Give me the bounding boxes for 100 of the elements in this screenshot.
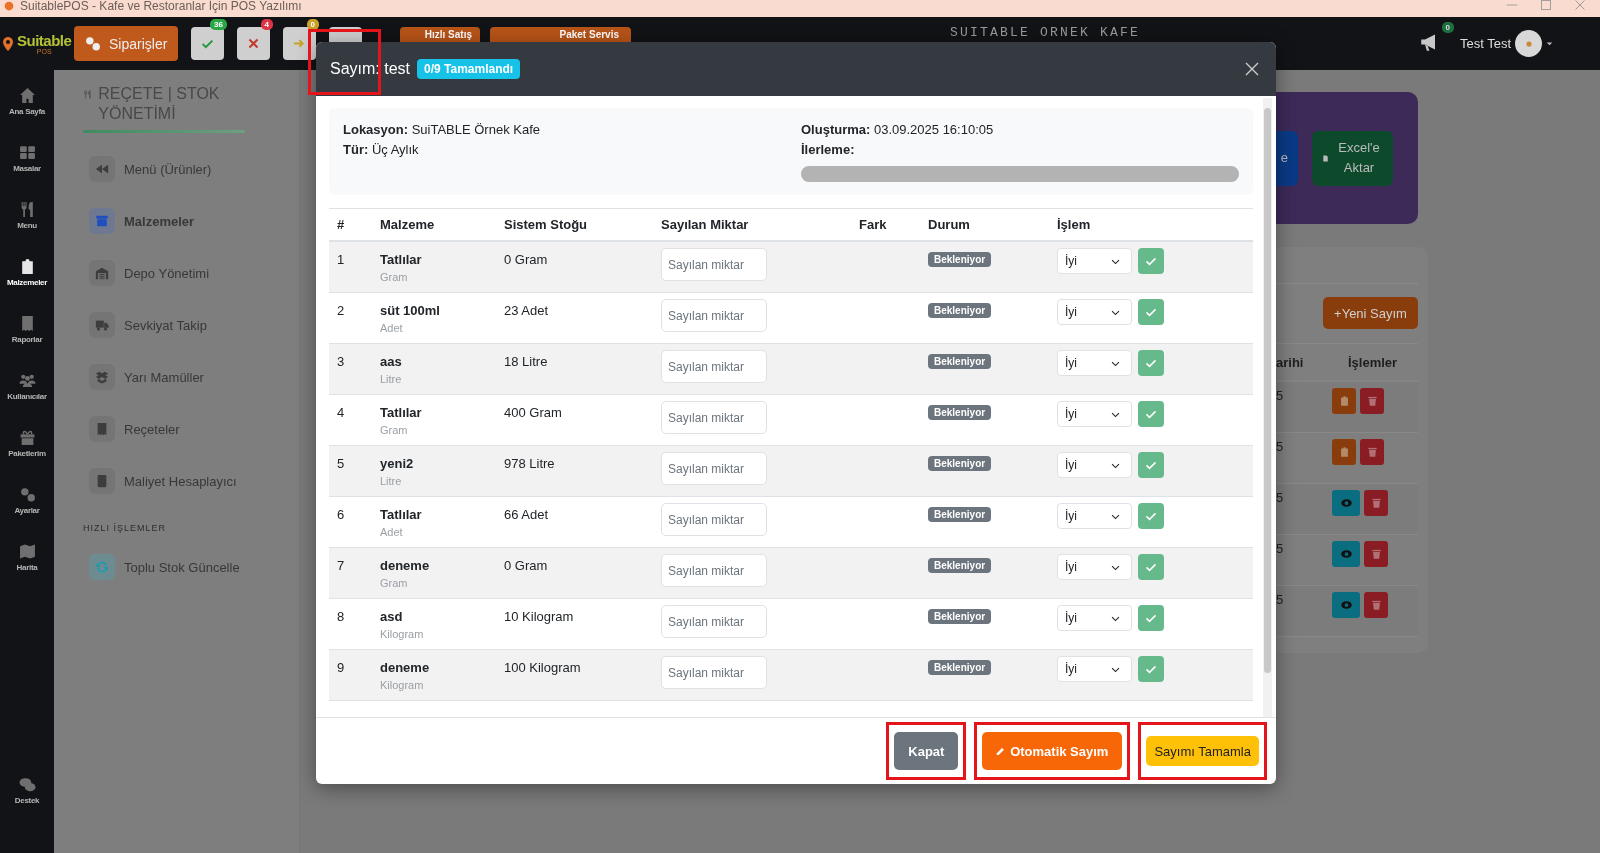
nav-rail-item[interactable]: Ayarlar <box>0 486 54 543</box>
eye-icon <box>1339 599 1353 611</box>
condition-select[interactable]: İyi <box>1057 401 1132 427</box>
table-cell-text: 5 <box>1276 592 1285 609</box>
nav-rail-item[interactable]: Ana Sayfa <box>0 87 54 144</box>
check-icon <box>1145 510 1157 522</box>
nav-rail-item[interactable]: Kullanıcılar <box>0 372 54 429</box>
confirm-button[interactable] <box>1138 299 1164 325</box>
condition-select[interactable]: İyi <box>1057 299 1132 325</box>
count-input[interactable]: Sayılan miktar <box>661 554 767 587</box>
delete-button[interactable] <box>1364 490 1388 516</box>
complete-count-button[interactable]: Sayımı Tamamla <box>1146 736 1259 766</box>
count-input[interactable]: Sayılan miktar <box>661 656 767 689</box>
gift-icon <box>18 429 36 446</box>
count-input[interactable]: Sayılan miktar <box>661 503 767 536</box>
count-badge: 36 <box>210 19 227 30</box>
nav-rail-item[interactable]: Raporlar <box>0 315 54 372</box>
table-cell-text: 100 Kilogram <box>504 660 582 675</box>
user-name[interactable]: Test Test <box>1460 36 1512 51</box>
table-cell-text: 1 <box>337 252 346 267</box>
condition-select[interactable]: İyi <box>1057 554 1132 580</box>
table-cell-text: 0 Gram <box>504 558 549 573</box>
nav-rail-item[interactable]: Menu <box>0 201 54 258</box>
condition-select[interactable]: İyi <box>1057 656 1132 682</box>
excel-export-button[interactable]: Excel'e Aktar <box>1312 130 1393 186</box>
view-button[interactable] <box>1332 490 1360 516</box>
delete-button[interactable] <box>1360 388 1384 414</box>
status-button[interactable] <box>191 27 224 60</box>
check-icon <box>1145 306 1157 318</box>
count-badge: 4 <box>260 19 273 30</box>
item-name: aas <box>380 354 403 369</box>
maximize-icon <box>1540 0 1552 11</box>
table-cell-text: 6 <box>337 507 346 522</box>
check-icon <box>1145 561 1157 573</box>
avatar[interactable] <box>1515 30 1543 57</box>
orders-button[interactable]: Siparişler <box>74 26 178 61</box>
close-icon <box>1244 61 1260 77</box>
count-input[interactable]: Sayılan miktar <box>661 452 767 485</box>
status-badge: Bekleniyor <box>928 507 992 522</box>
item-unit: Gram <box>380 424 409 436</box>
check-icon <box>1145 408 1157 420</box>
table-cell-text: 4 <box>337 405 346 420</box>
eye-icon <box>1339 497 1353 509</box>
approve-button[interactable] <box>1332 388 1356 414</box>
table-cell-text: 978 Litre <box>504 456 556 471</box>
warehouse-icon <box>95 266 109 280</box>
count-input[interactable]: Sayılan miktar <box>661 401 767 434</box>
trash-icon <box>1370 497 1382 509</box>
receipt-icon <box>95 422 109 436</box>
item-name: asd <box>380 609 404 624</box>
confirm-button[interactable] <box>1138 503 1164 529</box>
status-badge: Bekleniyor <box>928 456 992 471</box>
nav-rail-item[interactable]: Destek <box>0 776 54 833</box>
notification-badge: 0 <box>1441 21 1454 33</box>
confirm-button[interactable] <box>1138 248 1164 274</box>
confirm-button[interactable] <box>1138 350 1164 376</box>
confirm-button[interactable] <box>1138 605 1164 631</box>
status-badge: Bekleniyor <box>928 660 992 675</box>
count-input[interactable]: Sayılan miktar <box>661 248 767 281</box>
column-header: Fark <box>859 217 888 232</box>
progress-badge: 0/9 Tamamlandı <box>417 59 521 79</box>
cafe-name: SUITABLE ORNEK KAFE <box>950 25 1141 40</box>
close-button[interactable] <box>1244 61 1260 77</box>
count-input[interactable]: Sayılan miktar <box>661 350 767 383</box>
created-text: Oluşturma: 03.09.2025 16:10:05 <box>801 122 995 138</box>
check-icon <box>1145 459 1157 471</box>
status-button[interactable] <box>237 27 270 60</box>
status-button[interactable] <box>283 27 316 60</box>
confirm-button[interactable] <box>1138 452 1164 478</box>
condition-select[interactable]: İyi <box>1057 452 1132 478</box>
delete-button[interactable] <box>1364 541 1388 567</box>
condition-select[interactable]: İyi <box>1057 248 1132 274</box>
confirm-button[interactable] <box>1138 401 1164 427</box>
view-button[interactable] <box>1332 541 1360 567</box>
condition-select[interactable]: İyi <box>1057 350 1132 376</box>
condition-select[interactable]: İyi <box>1057 605 1132 631</box>
approve-button[interactable] <box>1332 439 1356 465</box>
view-button[interactable] <box>1332 592 1360 618</box>
nav-rail-item[interactable]: Paketlerim <box>0 429 54 486</box>
scrollbar[interactable] <box>1263 98 1272 717</box>
nav-rail-item[interactable]: Malzemeler <box>0 258 54 315</box>
table-cell-text: 400 Gram <box>504 405 563 420</box>
column-header: # <box>337 217 346 232</box>
confirm-button[interactable] <box>1138 656 1164 682</box>
nav-rail-item[interactable]: Masalar <box>0 144 54 201</box>
table-cell-text: 5 <box>1276 439 1285 456</box>
status-badge: Bekleniyor <box>928 609 992 624</box>
nav-rail-item[interactable]: Harita <box>0 543 54 600</box>
count-input[interactable]: Sayılan miktar <box>661 605 767 638</box>
column-header: Malzeme <box>380 217 436 232</box>
box-icon <box>95 214 109 228</box>
confirm-button[interactable] <box>1138 554 1164 580</box>
new-count-button[interactable]: +Yeni Sayım <box>1323 297 1418 329</box>
close-modal-button[interactable]: Kapat <box>894 732 959 770</box>
delete-button[interactable] <box>1364 592 1388 618</box>
check-icon <box>1145 663 1157 675</box>
delete-button[interactable] <box>1360 439 1384 465</box>
count-input[interactable]: Sayılan miktar <box>661 299 767 332</box>
location-text: Lokasyon: SuiTABLE Örnek Kafe <box>343 122 541 138</box>
condition-select[interactable]: İyi <box>1057 503 1132 529</box>
